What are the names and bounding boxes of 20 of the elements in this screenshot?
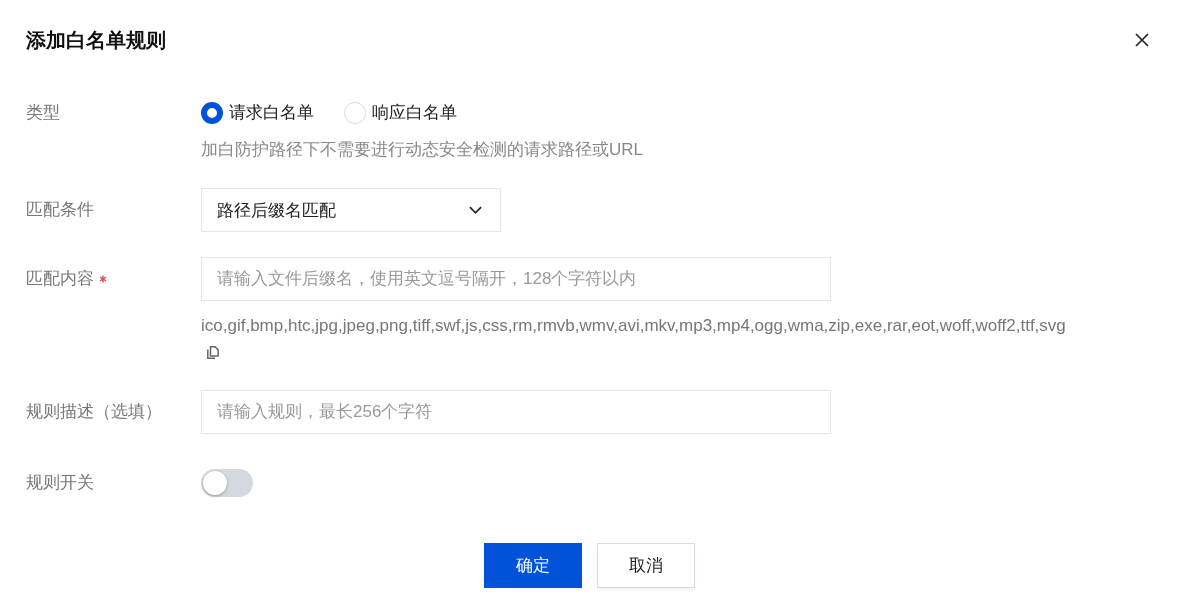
toggle-switch[interactable] xyxy=(201,469,253,497)
close-button[interactable] xyxy=(1135,33,1149,47)
field-label: 匹配内容 xyxy=(26,268,94,290)
field-label: 规则描述（选填） xyxy=(26,401,163,423)
field-label: 类型 xyxy=(26,102,61,124)
cancel-button[interactable]: 取消 xyxy=(596,543,695,588)
radio-option[interactable]: 请求白名单 xyxy=(201,101,314,125)
hint-text: 加白防护路径下不需要进行动态安全检测的请求路径或URL xyxy=(201,139,643,161)
close-icon xyxy=(1135,33,1149,47)
copy-icon[interactable] xyxy=(207,345,219,359)
input-field[interactable]: 请输入文件后缀名，使用英文逗号隔开，128个字符以内 xyxy=(201,257,831,301)
extension-list-text: ico,gif,bmp,htc,jpg,jpeg,png,tiff,swf,js,css,rm,rmvb,wmv,avi,mkv,mp3,mp4,ogg,wma,zip,exe,rar,eot,woff,woff2,ttf,svg xyxy=(201,315,1066,337)
dropdown-select[interactable]: 路径后缀名匹配 xyxy=(201,188,501,232)
input-field[interactable]: 请输入规则，最长256个字符 xyxy=(201,390,831,434)
dialog-title: 添加白名单规则 xyxy=(26,28,166,53)
field-label: 规则开关 xyxy=(26,472,95,494)
chevron-down-icon xyxy=(469,206,482,214)
radio-option[interactable]: 响应白名单 xyxy=(344,101,457,125)
field-label: 匹配条件 xyxy=(26,199,95,221)
confirm-button[interactable]: 确定 xyxy=(483,543,582,588)
